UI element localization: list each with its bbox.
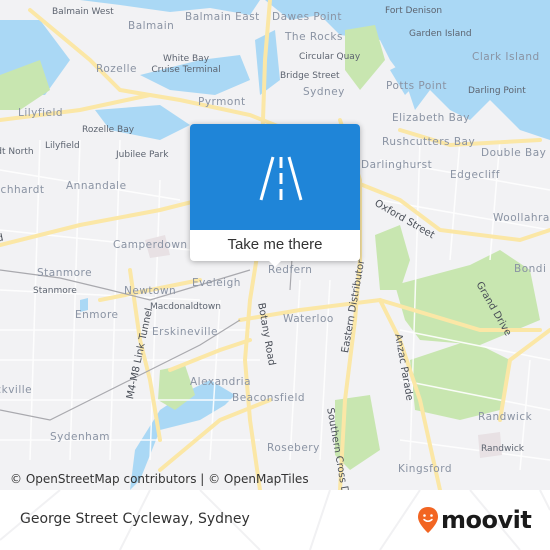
label-erskineville: Erskineville — [152, 326, 218, 338]
label-bridge-street: Bridge Street — [280, 71, 340, 81]
map[interactable]: Balmain West Balmain Balmain East Dawes … — [0, 0, 550, 490]
label-fort-denison: Fort Denison — [385, 6, 443, 16]
label-rushcutters-bay: Rushcutters Bay — [382, 136, 476, 148]
label-elizabeth-bay: Elizabeth Bay — [392, 112, 471, 124]
moovit-pin-icon — [418, 507, 438, 533]
road-icon — [259, 156, 303, 201]
label-edgecliff: Edgecliff — [450, 169, 500, 181]
popup-pointer — [267, 259, 283, 267]
label-kingsford: Kingsford — [398, 463, 453, 475]
label-potts-point: Potts Point — [386, 80, 447, 92]
moovit-logo[interactable]: moovit — [417, 505, 532, 535]
label-darlinghurst: Darlinghurst — [361, 159, 433, 171]
label-lilyfield: Lilyfield — [18, 107, 64, 119]
label-randwick-stop: Randwick — [481, 444, 525, 454]
label-dawes-point: Dawes Point — [272, 11, 342, 23]
destination-popup: Take me there — [190, 124, 360, 267]
label-jubilee-park: Jubilee Park — [116, 150, 169, 160]
label-rozelle-bay: Rozelle Bay — [82, 125, 135, 135]
take-me-there-button[interactable]: Take me there — [190, 230, 360, 261]
label-beaconsfield: Beaconsfield — [232, 392, 306, 404]
label-lilyfield-stop: Lilyfield — [45, 141, 80, 151]
label-stanmore: Stanmore — [37, 267, 93, 279]
map-attribution[interactable]: © OpenStreetMap contributors | © OpenMap… — [10, 472, 309, 486]
label-rosebery: Rosebery — [267, 442, 320, 454]
label-woollahra: Woollahra — [493, 212, 550, 224]
label-marrickville: Marrickville — [0, 384, 33, 396]
label-sydenham: Sydenham — [50, 431, 110, 443]
label-enmore: Enmore — [75, 309, 119, 321]
urban-blocks — [145, 235, 502, 458]
label-balmain-west: Balmain West — [52, 7, 114, 17]
label-clark-island: Clark Island — [472, 51, 540, 63]
label-randwick: Randwick — [478, 411, 533, 423]
label-pyrmont: Pyrmont — [198, 96, 246, 108]
label-leichhardt-north: Leichhardt North — [0, 147, 34, 157]
label-macdonaldtown: Macdonaldtown — [150, 302, 221, 312]
label-stanmore-stop: Stanmore — [33, 286, 77, 296]
label-sydney: Sydney — [303, 86, 345, 98]
label-the-rocks: The Rocks — [285, 31, 343, 43]
label-newtown: Newtown — [124, 285, 177, 297]
label-camperdown: Camperdown — [113, 239, 188, 251]
label-leichhardt: Leichhardt — [0, 184, 45, 196]
label-white-bay-terminal: White Bay Cruise Terminal — [151, 54, 221, 75]
label-balmain-east: Balmain East — [185, 11, 260, 23]
label-double-bay: Double Bay — [481, 147, 547, 159]
label-bondi: Bondi — [514, 263, 547, 275]
label-balmain: Balmain — [128, 20, 175, 32]
label-garden-island: Garden Island — [409, 29, 472, 39]
location-title: George Street Cycleway, Sydney — [20, 511, 250, 527]
popup-header — [190, 124, 360, 230]
label-circular-quay: Circular Quay — [299, 52, 361, 62]
label-waterloo: Waterloo — [283, 313, 334, 325]
label-rozelle: Rozelle — [96, 63, 138, 75]
label-darling-point: Darling Point — [468, 86, 526, 96]
label-annandale: Annandale — [66, 180, 127, 192]
moovit-wordmark: moovit — [441, 506, 532, 534]
label-alexandria: Alexandria — [190, 376, 252, 388]
label-eveleigh: Eveleigh — [192, 277, 241, 289]
